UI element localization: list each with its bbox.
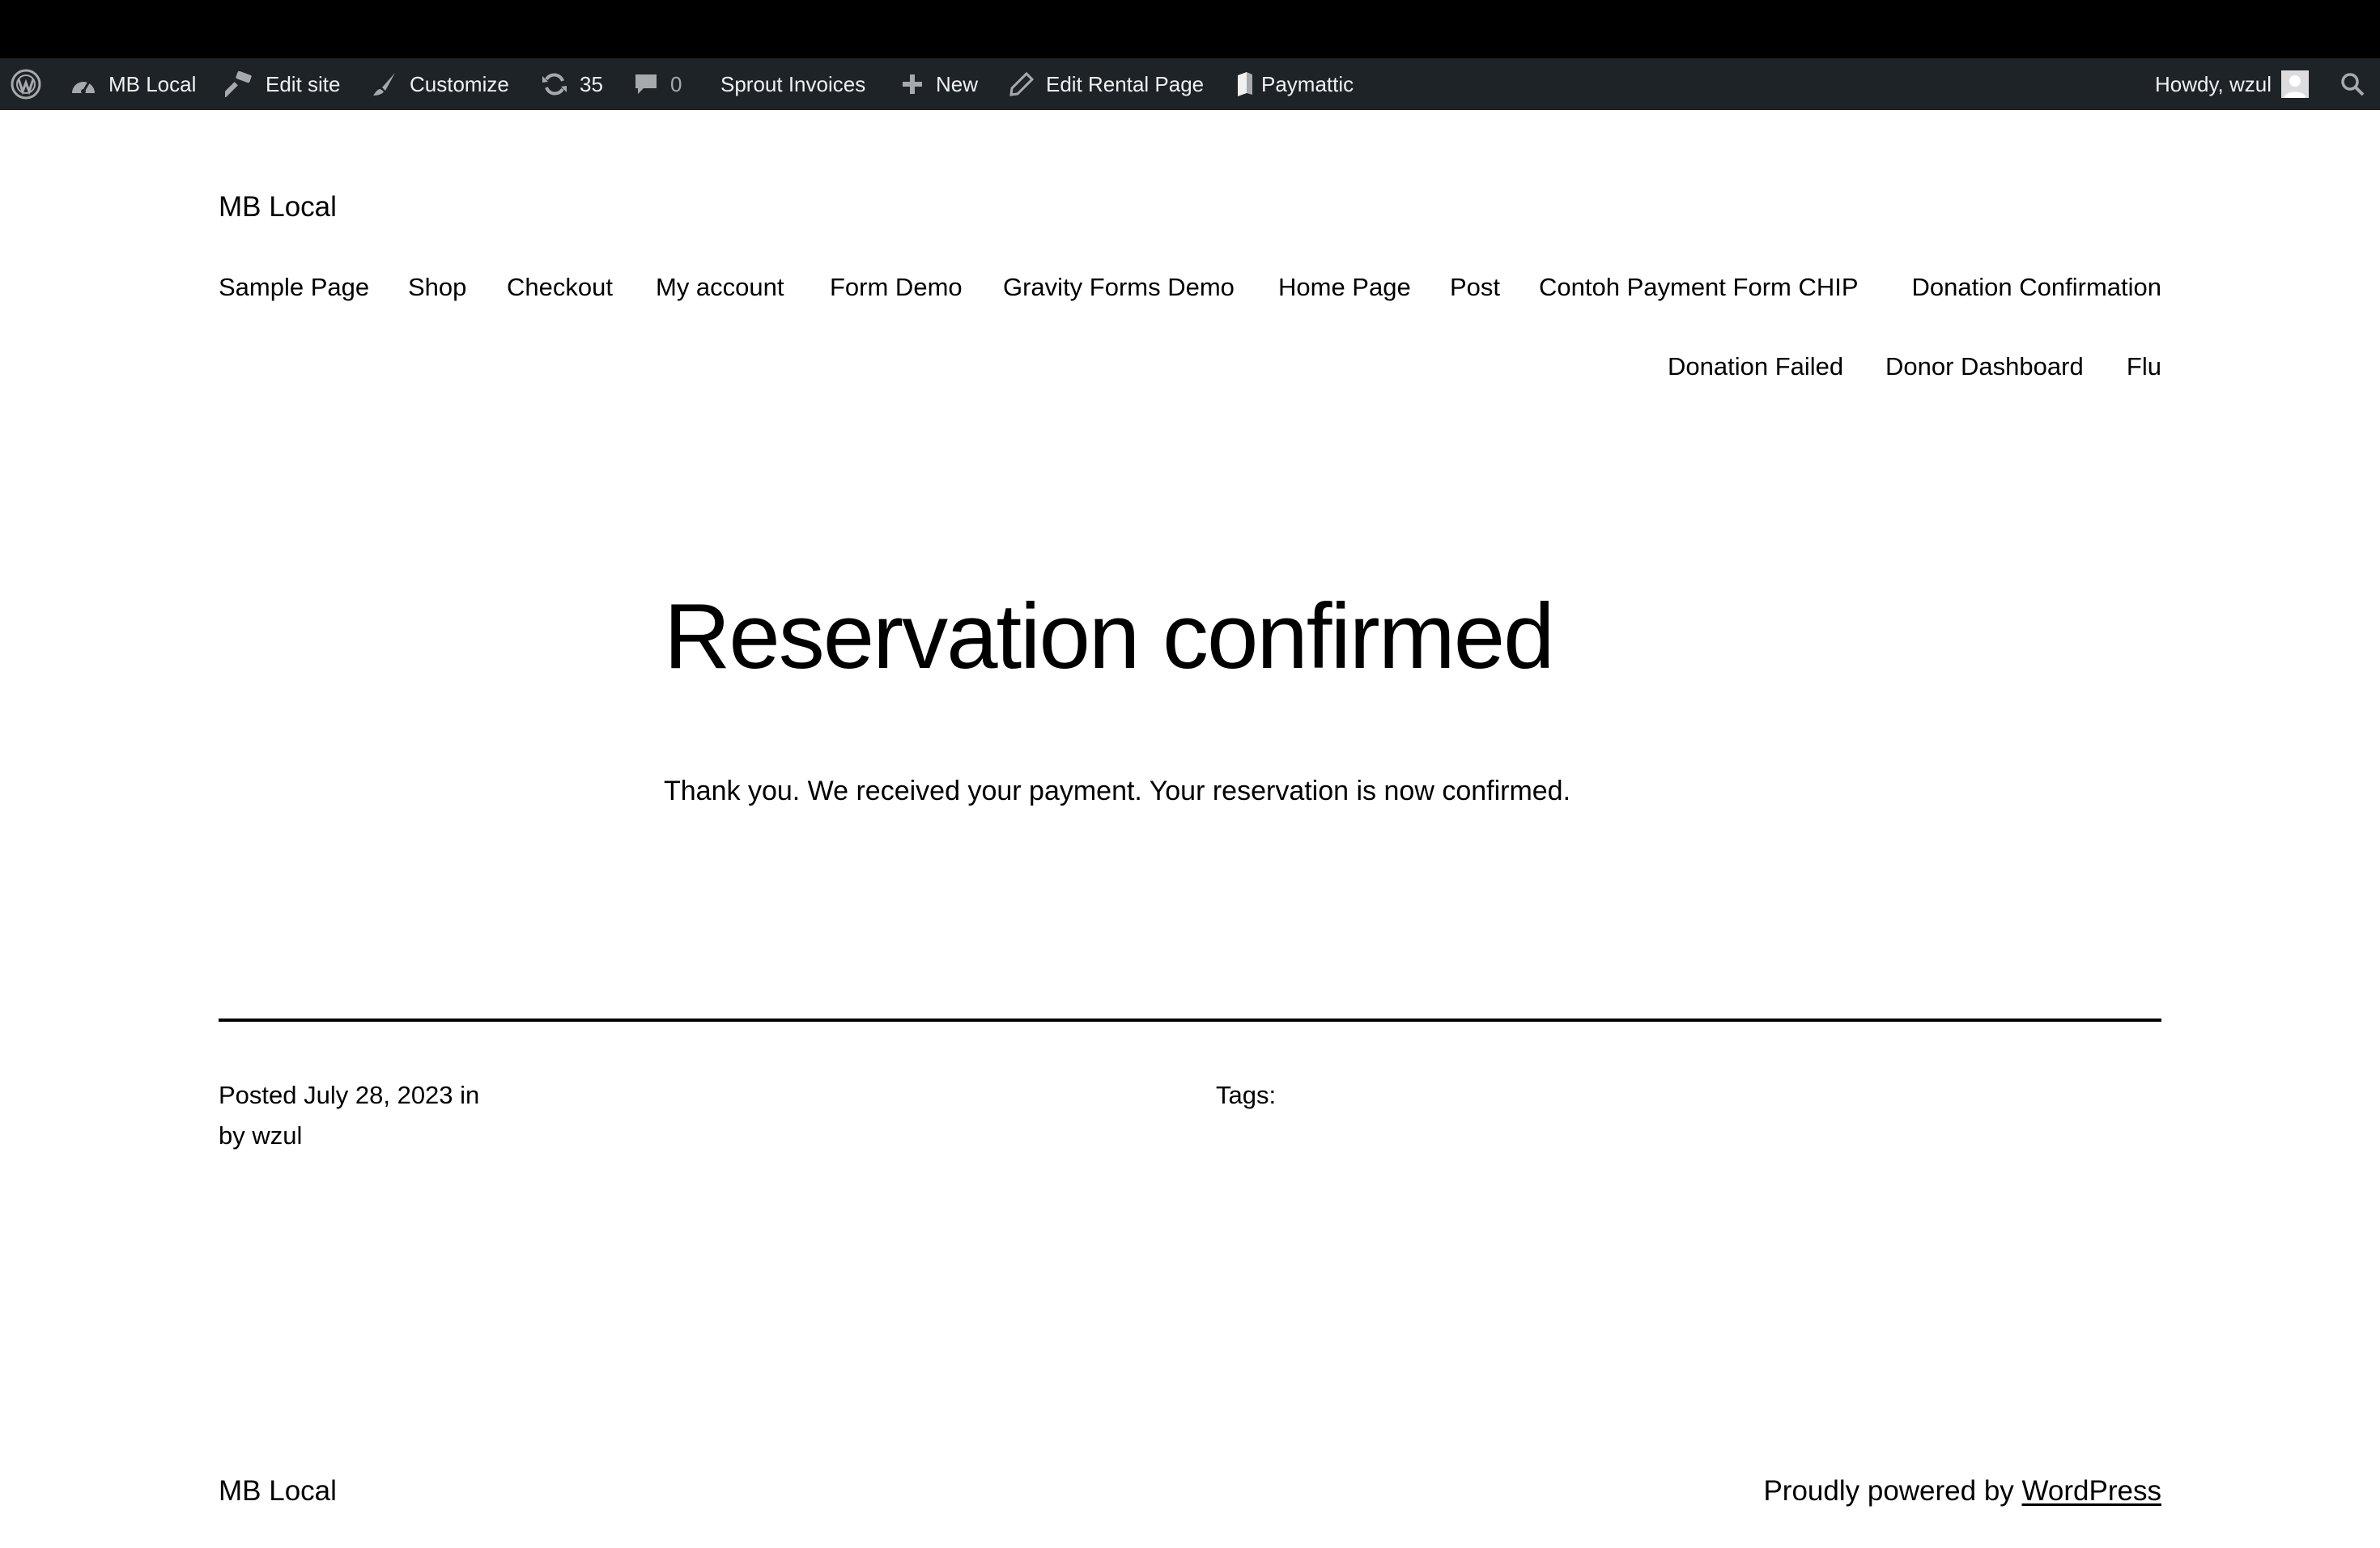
hammer-icon [225, 71, 254, 97]
paymattic-logo-icon [1235, 70, 1255, 98]
post-tags-label: Tags: [1216, 1081, 1277, 1109]
page-body-text: Thank you. We received your payment. You… [664, 776, 1571, 806]
new-label: New [936, 71, 979, 96]
paintbrush-icon [371, 71, 398, 97]
search-button[interactable] [2340, 58, 2365, 110]
nav-item-form-demo[interactable]: Form Demo [830, 273, 963, 302]
window-top-band [0, 0, 2380, 58]
site-name-menu[interactable]: MB Local [70, 58, 196, 110]
updates-count: 35 [580, 71, 603, 96]
customize-button[interactable]: Customize [371, 58, 509, 110]
nav-item-my-account[interactable]: My account [656, 273, 784, 302]
pencil-icon [1009, 71, 1035, 97]
updates-button[interactable]: 35 [541, 58, 603, 110]
new-content-menu[interactable]: New [900, 58, 978, 110]
paymattic-label: Paymattic [1261, 71, 1354, 96]
howdy-label: Howdy, wzul [2155, 71, 2272, 96]
admin-bar: MB Local Edit site Customize 35 0 Sprout… [0, 58, 2380, 110]
nav-item-contoh-payment-form-chip[interactable]: Contoh Payment Form CHIP [1539, 273, 1859, 302]
comment-bubble-icon [633, 72, 659, 96]
footer-credit: Proudly powered by WordPress [1763, 1475, 2161, 1508]
user-avatar-icon [2281, 70, 2310, 98]
my-account-menu[interactable]: Howdy, wzul [2155, 58, 2310, 110]
post-author-line: by wzul [219, 1121, 303, 1150]
sprout-invoices-menu[interactable]: Sprout Invoices [720, 58, 865, 110]
edit-site-label: Edit site [266, 71, 341, 96]
nav-item-shop[interactable]: Shop [408, 273, 466, 302]
nav-item-flu[interactable]: Flu [2127, 352, 2161, 381]
edit-site-button[interactable]: Edit site [225, 58, 341, 110]
nav-item-home-page[interactable]: Home Page [1278, 273, 1411, 302]
updates-refresh-icon [541, 71, 568, 97]
comments-count: 0 [670, 71, 682, 96]
plus-icon [900, 72, 924, 96]
paymattic-menu[interactable]: Paymattic [1235, 58, 1354, 110]
nav-item-donation-confirmation[interactable]: Donation Confirmation [1912, 273, 2161, 302]
nav-item-donation-failed[interactable]: Donation Failed [1668, 352, 1843, 381]
comments-button[interactable]: 0 [633, 58, 682, 110]
customize-label: Customize [410, 71, 509, 96]
nav-item-donor-dashboard[interactable]: Donor Dashboard [1885, 352, 2084, 381]
avatar [2281, 70, 2310, 98]
edit-page-button[interactable]: Edit Rental Page [1009, 58, 1204, 110]
wordpress-logo-menu[interactable] [10, 58, 42, 110]
wordpress-logo-icon [10, 68, 42, 100]
site-name-label: MB Local [108, 71, 197, 96]
edit-page-label: Edit Rental Page [1046, 71, 1205, 96]
sprout-invoices-label: Sprout Invoices [720, 71, 866, 96]
nav-item-gravity-forms-demo[interactable]: Gravity Forms Demo [1003, 273, 1235, 302]
dashboard-gauge-icon [70, 72, 97, 96]
search-icon [2340, 71, 2365, 97]
page-title: Reservation confirmed [664, 585, 1555, 688]
site-title-link[interactable]: MB Local [219, 191, 337, 223]
posted-date-line: Posted July 28, 2023 in [219, 1081, 480, 1109]
content-divider [219, 1019, 2161, 1022]
nav-item-sample-page[interactable]: Sample Page [219, 273, 369, 302]
nav-item-post[interactable]: Post [1450, 273, 1500, 302]
post-meta: Posted July 28, 2023 in by wzul [219, 1075, 479, 1156]
nav-item-checkout[interactable]: Checkout [507, 273, 613, 302]
footer-powered-prefix: Proudly powered by [1763, 1475, 2014, 1507]
footer-site-title[interactable]: MB Local [219, 1475, 337, 1508]
wordpress-link[interactable]: WordPress [2022, 1475, 2161, 1507]
